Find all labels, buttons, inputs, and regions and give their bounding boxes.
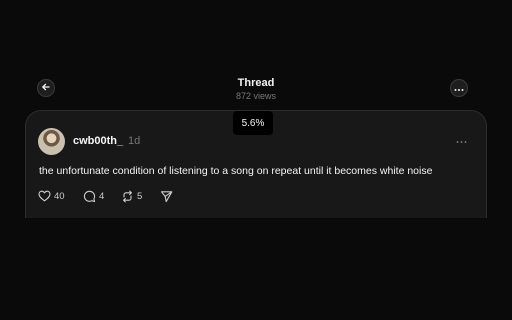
post-timestamp[interactable]: 1d [128,135,140,147]
reply-button[interactable]: 4 [83,189,104,203]
reply-count: 4 [99,190,105,202]
view-count: 872 views [235,91,277,101]
more-horizontal-icon [456,131,467,149]
comment-icon [83,190,96,203]
zoom-tooltip: 5.6% [233,111,273,135]
repost-count: 5 [137,190,143,202]
post-options-button[interactable] [453,134,469,146]
post-text: the unfortunate condition of listening t… [39,165,433,177]
share-button[interactable] [160,189,173,203]
thread-page: Thread 872 views 5.6% cwb00th_ 1d the un… [0,0,512,320]
thread-options-button[interactable] [450,79,468,97]
page-title: Thread [237,77,275,89]
avatar[interactable] [38,128,65,155]
like-count: 40 [54,190,65,202]
post-username[interactable]: cwb00th_ [73,135,123,147]
repost-icon [121,190,134,203]
more-horizontal-icon [454,79,464,97]
send-icon [160,190,173,203]
repost-button[interactable]: 5 [121,189,142,203]
like-button[interactable]: 40 [38,189,65,203]
heart-icon [38,190,51,202]
